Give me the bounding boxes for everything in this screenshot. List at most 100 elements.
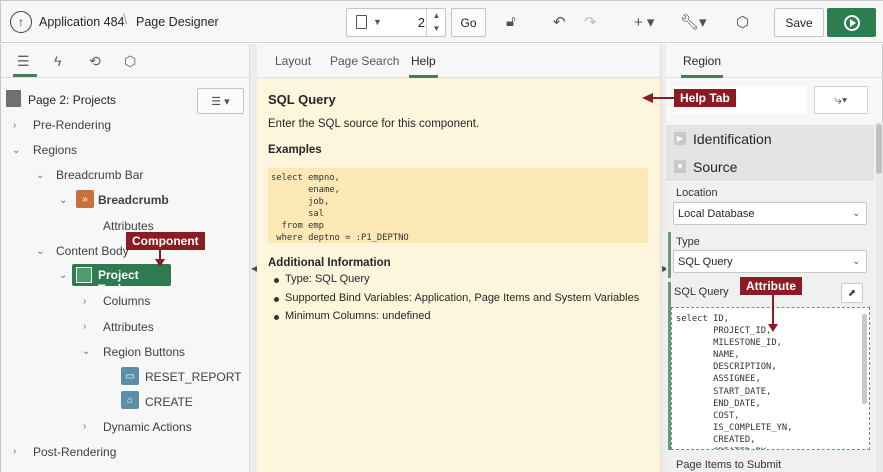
tree-project-tasks-label: Project Tasks [98, 268, 139, 296]
page-selector[interactable]: ▼ 2 ▲ ▼ [346, 8, 446, 37]
property-editor-scrollbar[interactable] [875, 122, 883, 472]
center-tabs: Layout Page Search Help [257, 44, 660, 78]
left-splitter[interactable]: ◀ [249, 44, 257, 472]
chevron-right-icon[interactable]: › [13, 120, 16, 131]
type-label: Type [676, 236, 700, 248]
tree-dynamic-actions[interactable]: Dynamic Actions [103, 420, 192, 434]
page-title[interactable]: Page 2: Projects [28, 93, 116, 107]
list-item: Type: SQL Query [271, 273, 639, 285]
location-value: Local Database [678, 208, 755, 220]
breadcrumb-separator: \ [123, 11, 128, 28]
tree-breadcrumb[interactable]: Breadcrumb [98, 193, 169, 207]
chevron-down-icon: ⌄ [852, 256, 860, 266]
lock-icon[interactable]: 🔓︎ [506, 13, 516, 30]
examples-heading: Examples [268, 144, 322, 156]
tab-help[interactable]: Help [409, 54, 438, 78]
additional-info-heading: Additional Information [268, 257, 391, 269]
tab-page-search[interactable]: Page Search [330, 54, 399, 68]
utilities-wrench-icon[interactable]: 🔧︎▾ [680, 13, 707, 31]
code-editor-expand-button[interactable]: ⬈ [841, 283, 863, 303]
button-icon: ▭ [121, 367, 139, 385]
scroll-thumb[interactable] [876, 124, 882, 174]
chevron-down-icon[interactable]: ⌄ [36, 170, 44, 181]
property-editor-panel: Region ⤷▾ ▶ Identification ▼ Source Loca… [666, 44, 883, 472]
section-identification[interactable]: ▶ Identification [666, 125, 874, 153]
tree-columns[interactable]: Columns [103, 294, 150, 308]
right-tabs: Region [666, 44, 883, 78]
callout-help-tab-arrow [642, 93, 676, 103]
help-pane: Layout Page Search Help SQL Query Enter … [257, 44, 660, 472]
tree-create[interactable]: CREATE [145, 395, 193, 409]
redo-icon[interactable]: ↷ [584, 13, 597, 31]
save-button[interactable]: Save [774, 8, 824, 37]
left-pane-tabs: ☰ ϟ ⟲ ⬡ [1, 44, 250, 78]
chevron-down-icon[interactable]: ⌄ [36, 246, 44, 257]
tree-post-rendering[interactable]: Post-Rendering [33, 445, 116, 459]
collapse-icon: ▼ [674, 160, 686, 173]
tree-attributes-report[interactable]: Attributes [103, 320, 154, 334]
chevron-down-icon[interactable]: ⌄ [12, 145, 20, 156]
example-code: select empno, ename, job, sal from emp w… [268, 168, 648, 243]
page-document-icon [6, 90, 21, 107]
expand-icon: ▶ [674, 132, 686, 145]
button-icon: ⌂ [121, 391, 139, 409]
help-description: Enter the SQL source for this component. [268, 118, 480, 130]
chevron-right-icon[interactable]: › [83, 321, 86, 332]
section-source[interactable]: ▼ Source [666, 153, 874, 181]
editor-scrollbar[interactable] [862, 314, 867, 404]
section-identification-label: Identification [693, 131, 772, 147]
undo-icon[interactable]: ↶ [553, 13, 566, 31]
chevron-right-icon[interactable]: › [13, 446, 16, 457]
type-value: SQL Query [678, 256, 733, 268]
go-button[interactable]: Go [451, 8, 486, 37]
breadcrumb-region-icon: » [76, 190, 94, 208]
play-icon [843, 14, 860, 31]
breadcrumb-page-designer: Page Designer [136, 15, 219, 29]
chevron-down-icon[interactable]: ▼ [373, 17, 382, 27]
callout-attribute-arrow [768, 292, 778, 332]
type-select[interactable]: SQL Query ⌄ [673, 250, 867, 273]
rendering-tab-icon[interactable]: ☰ [13, 53, 37, 77]
chevron-down-icon[interactable]: ⌄ [82, 346, 90, 357]
page-items-to-submit-label: Page Items to Submit [676, 459, 782, 471]
shared-components-tab-icon[interactable]: ⬡ [124, 53, 136, 70]
tree-attributes-breadcrumb[interactable]: Attributes [103, 219, 154, 233]
tree-content-body[interactable]: Content Body [56, 244, 129, 258]
chevron-down-icon[interactable]: ⌄ [59, 270, 67, 281]
create-menu-icon[interactable]: + ▾ [634, 13, 654, 31]
go-to-group-button[interactable]: ⤷▾ [814, 86, 868, 114]
tab-layout[interactable]: Layout [275, 54, 311, 68]
tree-regions[interactable]: Regions [33, 143, 77, 157]
chevron-right-icon[interactable]: › [83, 421, 86, 432]
tree-menu-button[interactable]: ☰ ▾ [197, 88, 244, 114]
report-region-icon [76, 267, 92, 283]
breadcrumb-app[interactable]: Application 484 [39, 15, 124, 29]
run-page-button[interactable] [827, 8, 876, 37]
callout-help-tab: Help Tab [674, 89, 736, 107]
tab-region[interactable]: Region [680, 54, 724, 78]
processing-tab-icon[interactable]: ⟲ [89, 53, 101, 70]
list-item: Supported Bind Variables: Application, P… [271, 292, 639, 304]
location-select[interactable]: Local Database ⌄ [673, 202, 867, 225]
app-up-icon[interactable]: ↑ [10, 11, 32, 33]
section-source-label: Source [693, 159, 738, 175]
top-toolbar: ↑ Application 484 \ Page Designer ▼ 2 ▲ ▼… [0, 0, 883, 43]
shared-components-icon[interactable]: ⬡ [736, 13, 749, 31]
dynamic-actions-tab-icon[interactable]: ϟ [54, 53, 61, 69]
tree-region-buttons[interactable]: Region Buttons [103, 345, 185, 359]
page-number-input[interactable]: 2 [405, 15, 425, 30]
tree-breadcrumb-bar[interactable]: Breadcrumb Bar [56, 168, 143, 182]
required-indicator [668, 232, 671, 278]
list-item: Minimum Columns: undefined [271, 310, 639, 322]
callout-component-arrow [155, 247, 165, 267]
rendering-tree-panel: ☰ ϟ ⟲ ⬡ Page 2: Projects ☰ ▾ › Pre-Rende… [0, 44, 250, 472]
tree-reset-report[interactable]: RESET_REPORT [145, 370, 241, 384]
help-title: SQL Query [268, 92, 336, 107]
page-stepper[interactable]: ▲ ▼ [426, 9, 446, 36]
tree-pre-rendering[interactable]: Pre-Rendering [33, 118, 111, 132]
location-label: Location [676, 187, 718, 199]
chevron-down-icon: ⌄ [852, 208, 860, 218]
chevron-right-icon[interactable]: › [83, 296, 86, 307]
additional-info-list: Type: SQL Query Supported Bind Variables… [271, 273, 639, 329]
chevron-down-icon[interactable]: ⌄ [59, 195, 67, 206]
